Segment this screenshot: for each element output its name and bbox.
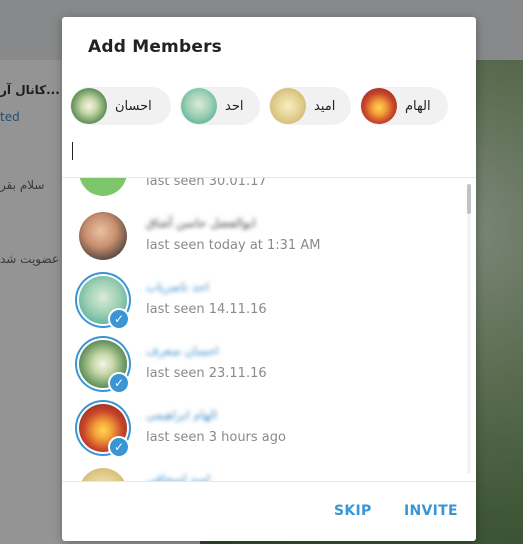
contact-status: last seen today at 1:31 AM — [146, 238, 321, 253]
contact-status: last seen 23.11.16 — [146, 366, 267, 381]
scrollbar-track[interactable] — [467, 184, 471, 474]
selected-chip-elham[interactable]: الهام — [360, 87, 448, 125]
contact-status: last seen 30.01.17 — [146, 178, 267, 189]
flower-avatar-icon — [71, 88, 107, 124]
search-input[interactable] — [72, 142, 73, 160]
contact-name: امید اسحاقی — [146, 472, 211, 481]
dialog-title: Add Members — [88, 37, 222, 57]
contact-row[interactable]: ابوالفضل حاسن آشاق last seen today at 1:… — [62, 204, 462, 268]
contact-row[interactable]: امید اسحاقی — [62, 460, 462, 481]
selected-chip-ahad[interactable]: احد — [180, 87, 260, 125]
chip-label: الهام — [405, 98, 431, 114]
calligraphy-avatar-icon — [270, 88, 306, 124]
contact-row[interactable]: ✓ احسان سعرف last seen 23.11.16 — [62, 332, 462, 396]
checkmark-icon: ✓ — [108, 308, 130, 330]
chip-label: احد — [225, 98, 244, 114]
chip-label: امید — [314, 98, 336, 114]
contact-row[interactable]: ✓ احد ناصریاب last seen 14.11.16 — [62, 268, 462, 332]
scrollbar-thumb[interactable] — [467, 184, 471, 214]
selected-chip-ehsan[interactable]: احسان — [70, 87, 171, 125]
heart-avatar-icon — [361, 88, 397, 124]
calligraphy-avatar-icon — [79, 468, 127, 481]
selected-chip-omid[interactable]: امید — [269, 87, 351, 125]
contact-row[interactable]: last seen 30.01.17 — [62, 178, 462, 204]
contact-name: ابوالفضل حاسن آشاق — [146, 216, 256, 230]
paper-avatar-icon — [181, 88, 217, 124]
checkmark-icon: ✓ — [108, 436, 130, 458]
contact-status: last seen 14.11.16 — [146, 302, 267, 317]
add-members-dialog: Add Members الهام امید احد احسان last se… — [62, 17, 476, 541]
contact-list[interactable]: last seen 30.01.17 ابوالفضل حاسن آشاق la… — [62, 178, 476, 481]
contact-name: احسان سعرف — [146, 344, 219, 358]
chip-label: احسان — [115, 98, 152, 114]
contact-row[interactable]: ✓ الهام ابراهیمی last seen 3 hours ago — [62, 396, 462, 460]
invite-button[interactable]: INVITE — [404, 503, 458, 519]
contact-name: الهام ابراهیمی — [146, 408, 217, 422]
contact-name: احد ناصریاب — [146, 280, 209, 294]
checkmark-icon: ✓ — [108, 372, 130, 394]
green-avatar-icon — [79, 178, 127, 196]
divider — [62, 481, 476, 482]
contact-status: last seen 3 hours ago — [146, 430, 286, 445]
selected-members: الهام امید احد احسان — [70, 87, 470, 125]
skip-button[interactable]: SKIP — [334, 503, 372, 519]
baby-avatar-icon — [79, 212, 127, 260]
